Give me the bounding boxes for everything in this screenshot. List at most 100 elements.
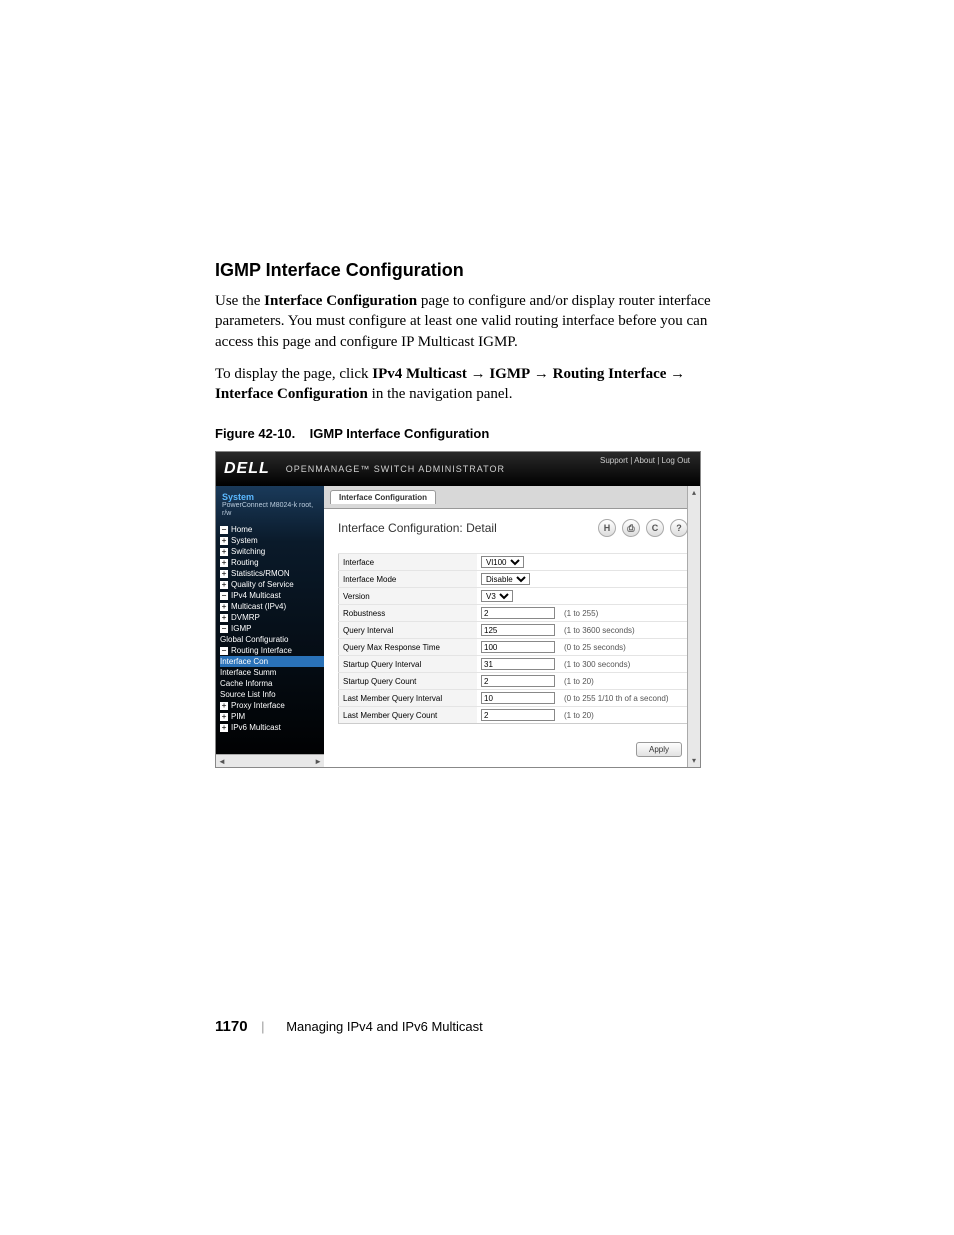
intro-paragraph-2: To display the page, click IPv4 Multicas… bbox=[215, 364, 739, 405]
tree-proxy-interface[interactable]: Proxy Interface bbox=[220, 700, 324, 711]
tree-igmp[interactable]: IGMP bbox=[220, 623, 324, 634]
plus-icon bbox=[220, 548, 228, 556]
tree-source-list[interactable]: Source List Info bbox=[220, 689, 324, 700]
form-row: Query Max Response Time(0 to 25 seconds) bbox=[339, 639, 688, 656]
field-label: Query Interval bbox=[339, 622, 478, 639]
sidebar-h-scrollbar[interactable]: ◄ ► bbox=[216, 754, 324, 767]
app-header: DELL OPENMANAGE™ SWITCH ADMINISTRATOR Su… bbox=[216, 452, 700, 486]
tree-qos[interactable]: Quality of Service bbox=[220, 579, 324, 590]
tree-home[interactable]: Home bbox=[220, 524, 324, 535]
field-input[interactable] bbox=[481, 607, 555, 619]
arrow-icon: → bbox=[670, 365, 685, 382]
scroll-left-icon[interactable]: ◄ bbox=[218, 757, 226, 766]
field-hint: (1 to 300 seconds) bbox=[560, 656, 688, 673]
config-form-table: InterfaceVl100 Interface ModeDisableVersi… bbox=[338, 553, 688, 724]
screenshot-window: DELL OPENMANAGE™ SWITCH ADMINISTRATOR Su… bbox=[215, 451, 701, 768]
detail-title: Interface Configuration: Detail bbox=[338, 521, 497, 535]
field-control-cell: Disable bbox=[477, 571, 560, 588]
field-label: Interface bbox=[339, 554, 478, 571]
form-row: VersionV3 bbox=[339, 588, 688, 605]
field-control-cell: V3 bbox=[477, 588, 560, 605]
form-row: Last Member Query Count(1 to 20) bbox=[339, 707, 688, 724]
print-icon[interactable]: ⎙ bbox=[622, 519, 640, 537]
field-label: Startup Query Interval bbox=[339, 656, 478, 673]
tree-interface-summary[interactable]: Interface Summ bbox=[220, 667, 324, 678]
field-hint: (1 to 20) bbox=[560, 673, 688, 690]
field-hint: (0 to 255 1/10 th of a second) bbox=[560, 690, 688, 707]
field-input[interactable] bbox=[481, 641, 555, 653]
plus-icon bbox=[220, 570, 228, 578]
tree-routing-interface[interactable]: Routing Interface bbox=[220, 645, 324, 656]
field-select[interactable]: V3 bbox=[481, 590, 513, 602]
field-control-cell: Vl100 bbox=[477, 554, 560, 571]
tree-interface-config[interactable]: Interface Con bbox=[220, 656, 324, 667]
section-heading: IGMP Interface Configuration bbox=[215, 260, 739, 281]
form-row: Last Member Query Interval (0 to 255 1/10… bbox=[339, 690, 688, 707]
tree-ipv4-multicast[interactable]: IPv4 Multicast bbox=[220, 590, 324, 601]
scroll-up-icon[interactable]: ▴ bbox=[692, 488, 696, 497]
field-input[interactable] bbox=[481, 675, 555, 687]
field-hint bbox=[560, 554, 688, 571]
tree-stats[interactable]: Statistics/RMON bbox=[220, 568, 324, 579]
arrow-icon: → bbox=[534, 365, 549, 382]
nav-tree: Home System Switching Routing Statistics… bbox=[216, 524, 324, 733]
plus-icon bbox=[220, 603, 228, 611]
tree-cache-info[interactable]: Cache Informa bbox=[220, 678, 324, 689]
field-control-cell bbox=[477, 673, 560, 690]
form-row: Interface ModeDisable bbox=[339, 571, 688, 588]
plus-icon bbox=[220, 559, 228, 567]
p2-b1: IPv4 Multicast bbox=[372, 366, 467, 382]
main-v-scrollbar[interactable]: ▴ ▾ bbox=[687, 486, 700, 767]
p2-pre: To display the page, click bbox=[215, 366, 372, 382]
p2-b4: Interface Configuration bbox=[215, 386, 368, 402]
plus-icon bbox=[220, 537, 228, 545]
field-label: Last Member Query Interval bbox=[339, 690, 478, 707]
field-input[interactable] bbox=[481, 709, 555, 721]
field-control-cell bbox=[477, 707, 560, 724]
plus-icon bbox=[220, 581, 228, 589]
plus-icon bbox=[220, 614, 228, 622]
sidebar-device-info: PowerConnect M8024-k root, r/w bbox=[216, 502, 324, 523]
footer-divider: | bbox=[261, 1019, 264, 1034]
help-icon[interactable]: ? bbox=[670, 519, 688, 537]
field-input[interactable] bbox=[481, 624, 555, 636]
field-label: Robustness bbox=[339, 605, 478, 622]
form-row: Startup Query Count (1 to 20) bbox=[339, 673, 688, 690]
tab-interface-configuration[interactable]: Interface Configuration bbox=[330, 490, 436, 504]
minus-icon bbox=[220, 592, 228, 600]
sidebar-system-heading: System bbox=[216, 490, 324, 502]
tab-bar: Interface Configuration bbox=[324, 486, 700, 509]
refresh-icon[interactable]: C bbox=[646, 519, 664, 537]
field-hint: (1 to 255) bbox=[560, 605, 688, 622]
field-label: Query Max Response Time bbox=[339, 639, 478, 656]
tree-dvmrp[interactable]: DVMRP bbox=[220, 612, 324, 623]
tree-multicast-ipv4[interactable]: Multicast (IPv4) bbox=[220, 601, 324, 612]
field-control-cell bbox=[477, 639, 560, 656]
scroll-down-icon[interactable]: ▾ bbox=[692, 756, 696, 765]
tree-switching[interactable]: Switching bbox=[220, 546, 324, 557]
header-links[interactable]: Support | About | Log Out bbox=[600, 456, 690, 465]
tree-ipv6-multicast[interactable]: IPv6 Multicast bbox=[220, 722, 324, 733]
form-row: Robustness (1 to 255) bbox=[339, 605, 688, 622]
figure-caption: Figure 42-10. IGMP Interface Configurati… bbox=[215, 426, 739, 441]
field-control-cell bbox=[477, 622, 560, 639]
tree-system[interactable]: System bbox=[220, 535, 324, 546]
save-icon[interactable]: H bbox=[598, 519, 616, 537]
form-row: Startup Query Interval (1 to 300 seconds) bbox=[339, 656, 688, 673]
field-input[interactable] bbox=[481, 692, 555, 704]
apply-button[interactable]: Apply bbox=[636, 742, 682, 757]
plus-icon bbox=[220, 724, 228, 732]
tree-global-config[interactable]: Global Configuratio bbox=[220, 634, 324, 645]
p2-b2: IGMP bbox=[489, 366, 530, 382]
main-panel: Interface Configuration Interface Config… bbox=[324, 486, 700, 767]
tree-routing[interactable]: Routing bbox=[220, 557, 324, 568]
field-input[interactable] bbox=[481, 658, 555, 670]
tree-pim[interactable]: PIM bbox=[220, 711, 324, 722]
field-select[interactable]: Disable bbox=[481, 573, 530, 585]
field-label: Version bbox=[339, 588, 478, 605]
field-label: Startup Query Count bbox=[339, 673, 478, 690]
field-select[interactable]: Vl100 bbox=[481, 556, 524, 568]
scroll-right-icon[interactable]: ► bbox=[314, 757, 322, 766]
field-hint: (1 to 20) bbox=[560, 707, 688, 724]
page-footer: 1170 | Managing IPv4 and IPv6 Multicast bbox=[215, 1018, 483, 1035]
